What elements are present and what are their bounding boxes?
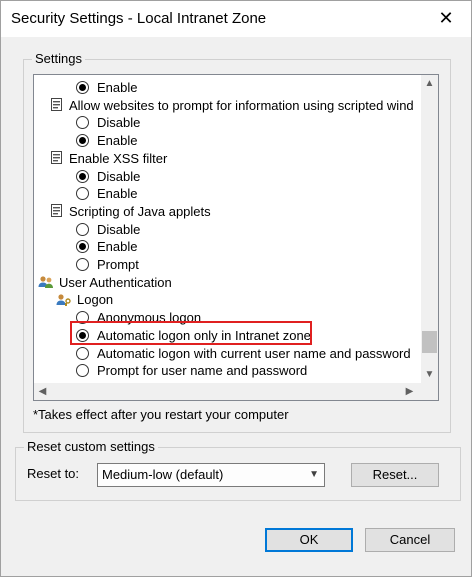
radio-option[interactable]: Enable: [76, 132, 137, 149]
radio-option[interactable]: Prompt for user name and password: [76, 362, 307, 379]
tree-item-label: Disable: [97, 115, 141, 131]
tree-item-label: Enable: [97, 133, 138, 149]
radio-option[interactable]: Automatic logon with current user name a…: [76, 345, 411, 362]
tree-item-label: Logon: [77, 292, 114, 308]
radio-unselected-icon[interactable]: [76, 258, 89, 271]
horizontal-scrollbar[interactable]: ◀ ▶: [34, 383, 438, 400]
scroll-left-icon[interactable]: ◀: [34, 383, 51, 400]
restart-note: *Takes effect after you restart your com…: [33, 407, 289, 422]
radio-selected-icon[interactable]: [76, 240, 89, 254]
user-key-icon: [56, 293, 72, 307]
tree-item-label: Enable: [97, 186, 138, 202]
reset-group-label: Reset custom settings: [24, 439, 158, 454]
radio-selected-icon[interactable]: [76, 134, 89, 148]
tree-item-label: Prompt for user name and password: [97, 363, 308, 379]
settings-page-icon: [50, 98, 64, 112]
tree-setting-header: Logon: [56, 291, 113, 308]
cancel-button[interactable]: Cancel: [365, 528, 455, 552]
radio-selected-icon[interactable]: [76, 169, 89, 183]
vertical-scrollbar[interactable]: ▲ ▼: [421, 75, 438, 383]
chevron-down-icon: ▼: [309, 469, 319, 480]
tree-setting-header: Enable XSS filter: [50, 150, 167, 167]
highlight-box: [70, 321, 312, 345]
tree-item-label: Allow websites to prompt for information…: [69, 97, 414, 113]
radio-option[interactable]: Disable: [76, 221, 140, 238]
tree-item-label: Enable XSS filter: [69, 150, 168, 166]
tree-item-label: Scripting of Java applets: [69, 203, 211, 219]
vertical-scroll-thumb[interactable]: [422, 331, 437, 354]
window-title: Security Settings - Local Intranet Zone: [11, 10, 267, 27]
tree-item-label: Enable: [97, 80, 138, 95]
settings-tree-list[interactable]: Enable Allow websites to prompt for infor…: [33, 74, 439, 401]
tree-item-label: Automatic logon with current user name a…: [97, 345, 411, 361]
radio-option[interactable]: Enable: [76, 238, 137, 255]
radio-option[interactable]: Enable: [76, 79, 137, 96]
radio-unselected-icon[interactable]: [76, 116, 89, 130]
radio-option[interactable]: Disable: [76, 168, 140, 185]
reset-button[interactable]: Reset...: [351, 463, 439, 487]
tree-item-label: Prompt: [97, 257, 139, 272]
reset-level-select[interactable]: Medium-low (default) ▼: [97, 463, 325, 487]
radio-unselected-icon[interactable]: [76, 222, 89, 236]
radio-unselected-icon[interactable]: [76, 346, 89, 360]
title-bar: Security Settings - Local Intranet Zone …: [1, 1, 471, 37]
tree-section: User Authentication: [38, 274, 172, 291]
tree-setting-header: Allow websites to prompt for information…: [50, 97, 414, 114]
radio-selected-icon[interactable]: [76, 81, 89, 94]
radio-option[interactable]: Enable: [76, 185, 137, 202]
radio-unselected-icon[interactable]: [76, 187, 89, 201]
scroll-right-icon[interactable]: ▶: [401, 383, 418, 400]
tree-item-label: Enable: [97, 239, 138, 255]
reset-level-value: Medium-low (default): [102, 467, 224, 482]
tree-item-label: Disable: [97, 221, 141, 237]
reset-to-label: Reset to:: [27, 466, 80, 481]
security-settings-dialog: Security Settings - Local Intranet Zone …: [0, 0, 472, 577]
tree-item-label: User Authentication: [59, 274, 172, 290]
tree-item-label: Disable: [97, 168, 141, 184]
radio-option[interactable]: Disable: [76, 114, 140, 131]
settings-group-label: Settings: [32, 51, 85, 66]
radio-unselected-icon[interactable]: [76, 364, 89, 378]
settings-page-icon: [50, 151, 64, 165]
settings-page-icon: [50, 204, 64, 218]
scroll-down-icon[interactable]: ▼: [421, 366, 438, 383]
close-icon[interactable]: ✕: [435, 7, 457, 29]
scroll-up-icon[interactable]: ▲: [421, 75, 438, 92]
ok-button[interactable]: OK: [265, 528, 353, 552]
tree-setting-header: Scripting of Java applets: [50, 203, 211, 220]
users-icon: [38, 275, 54, 289]
radio-option[interactable]: Prompt: [76, 256, 139, 273]
